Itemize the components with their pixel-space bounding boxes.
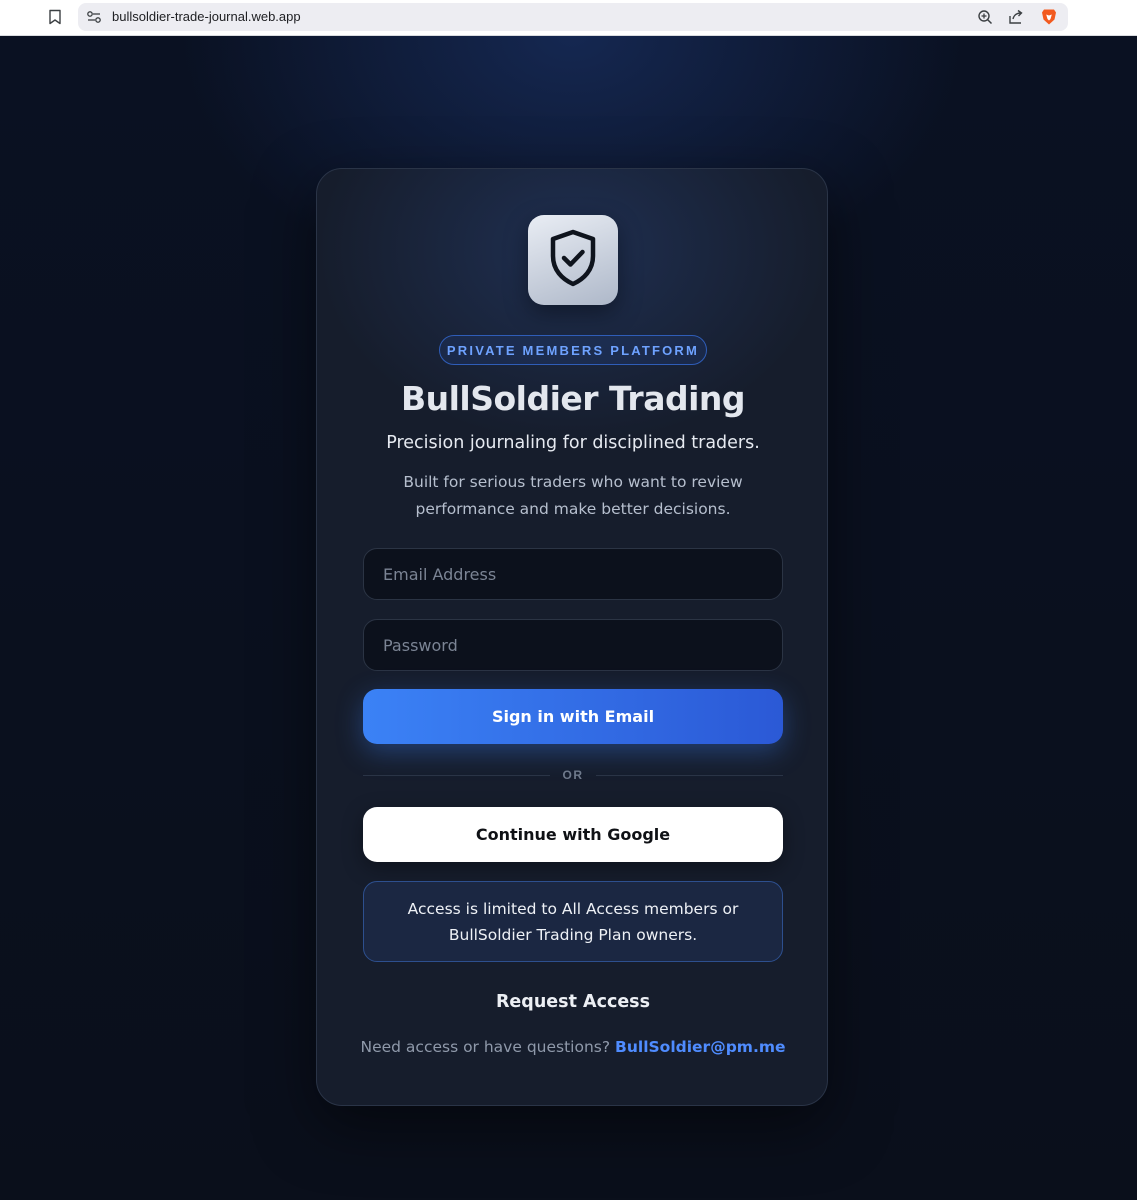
share-icon[interactable] [1006,7,1026,27]
address-bar[interactable]: bullsoldier-trade-journal.web.app [78,3,1068,31]
login-card: PRIVATE MEMBERS PLATFORM BullSoldier Tra… [316,168,828,1106]
access-notice: Access is limited to All Access members … [363,881,783,962]
email-field[interactable] [363,548,783,600]
divider-right [596,775,783,776]
bookmark-icon[interactable] [44,6,66,28]
page-subtitle: Precision journaling for disciplined tra… [386,433,760,453]
badge-label: PRIVATE MEMBERS PLATFORM [446,342,700,358]
access-notice-text: Access is limited to All Access members … [407,899,739,944]
contact-text: Need access or have questions? [360,1038,611,1056]
page-title: BullSoldier Trading [400,379,746,418]
url-text[interactable]: bullsoldier-trade-journal.web.app [112,9,301,24]
password-field[interactable] [363,619,783,671]
contact-email-link[interactable]: BullSoldier@pm.me [615,1038,785,1056]
request-access-heading: Request Access [495,992,651,1012]
page-description: Built for serious traders who want to re… [403,473,743,518]
site-settings-icon[interactable] [84,7,104,27]
google-sign-in-button[interactable]: Continue with Google [363,807,783,862]
browser-toolbar: bullsoldier-trade-journal.web.app [0,0,1137,36]
brave-shield-icon[interactable] [1039,7,1059,27]
platform-badge: PRIVATE MEMBERS PLATFORM [439,335,707,365]
logo-tile [528,215,618,305]
contact-line: Need access or have questions? BullSoldi… [317,1038,829,1056]
shield-check-icon [547,229,599,291]
divider-left [363,775,550,776]
zoom-icon[interactable] [975,7,995,27]
divider-label: OR [562,768,584,782]
sign-in-email-button[interactable]: Sign in with Email [363,689,783,744]
